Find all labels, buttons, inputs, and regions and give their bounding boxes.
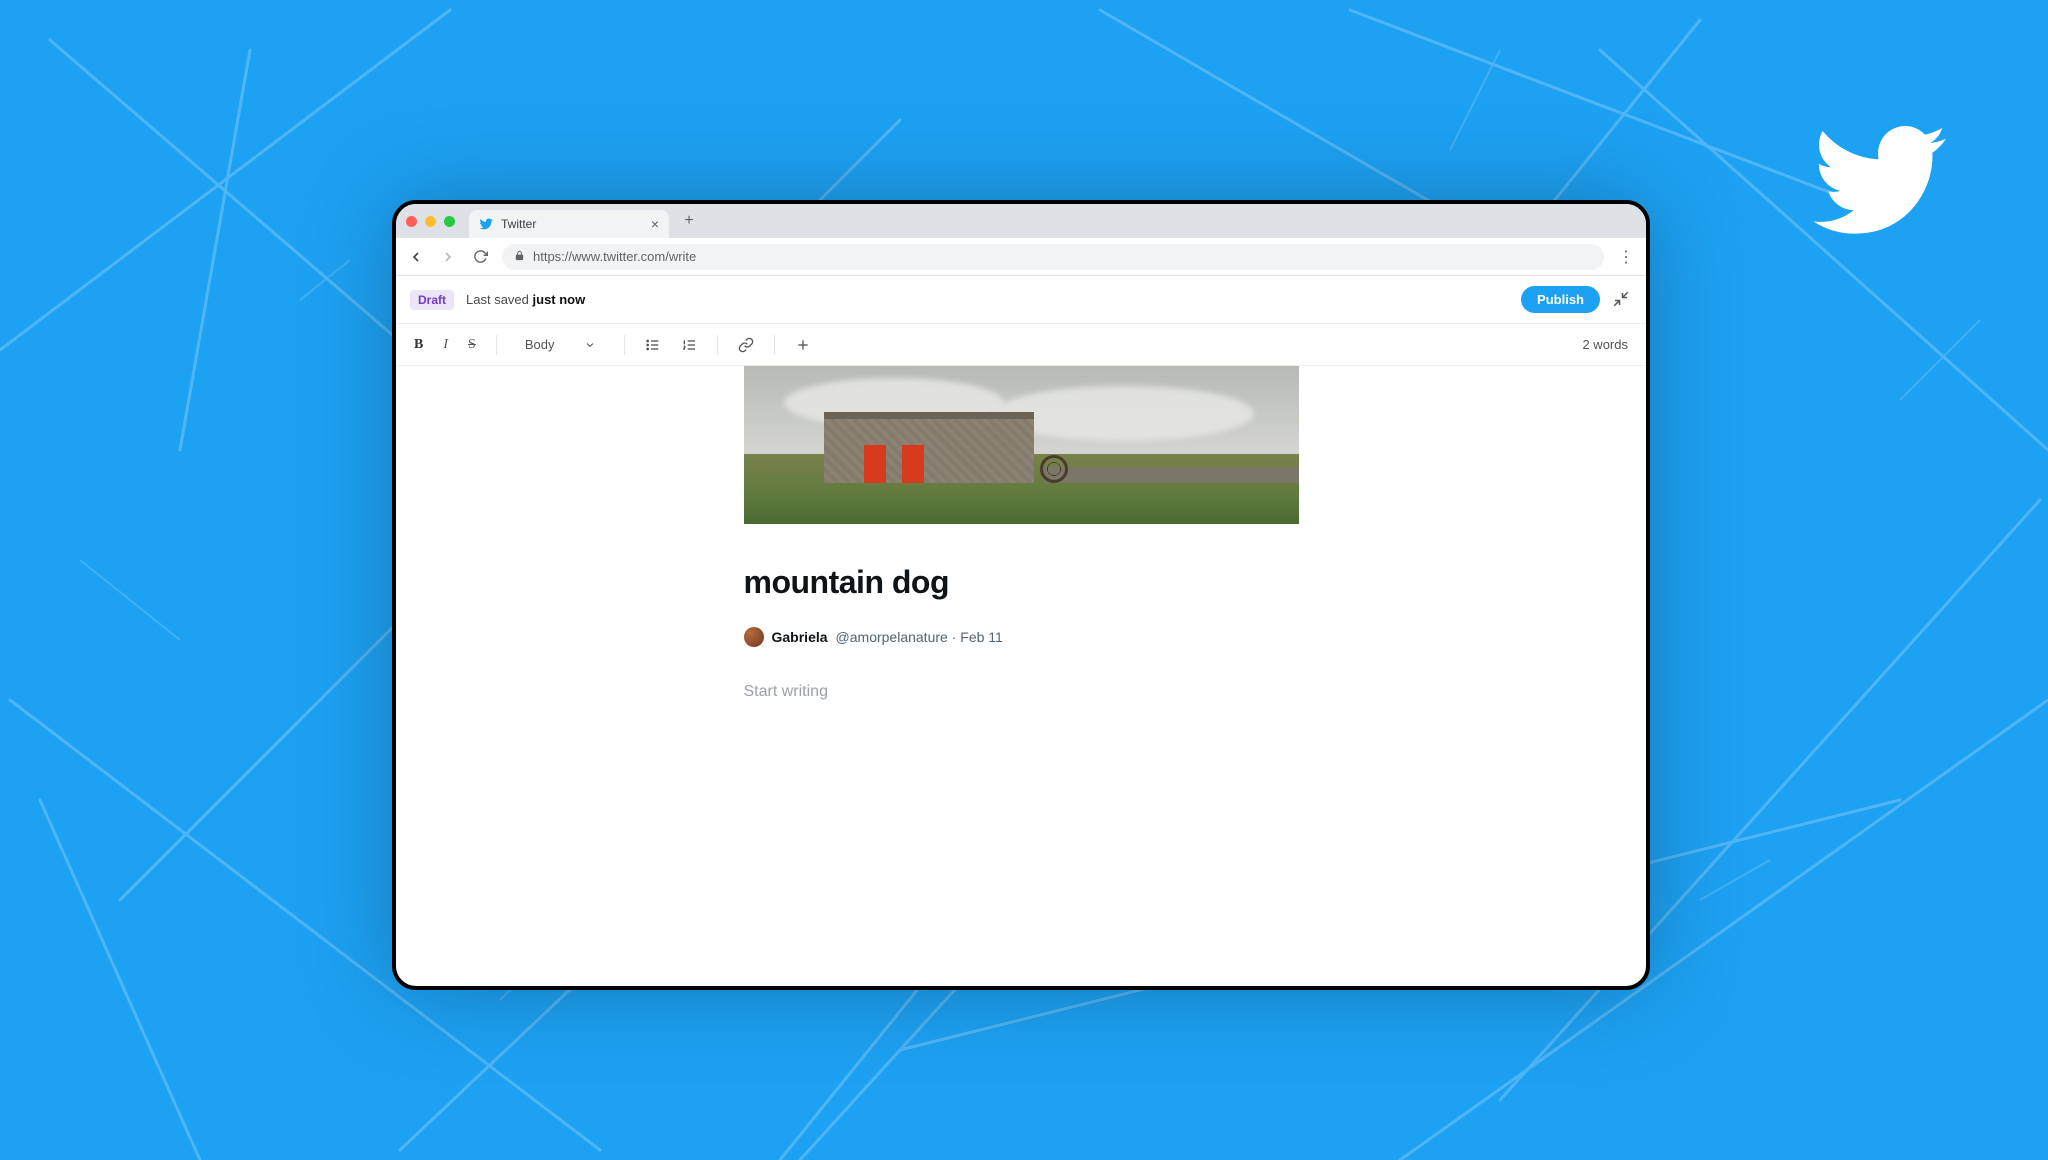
- new-tab-button[interactable]: +: [677, 209, 701, 233]
- editor-status-bar: Draft Last saved just now Publish: [396, 276, 1646, 324]
- url-text: https://www.twitter.com/write: [533, 249, 696, 264]
- browser-overflow-menu-button[interactable]: ⋮: [1616, 247, 1636, 267]
- text-style-value: Body: [525, 337, 555, 352]
- document-title[interactable]: mountain dog: [744, 564, 1299, 601]
- lock-icon: [514, 250, 525, 264]
- word-count: 2 words: [1582, 337, 1628, 352]
- browser-tab[interactable]: Twitter ×: [469, 210, 669, 238]
- add-block-button[interactable]: [795, 337, 811, 353]
- collapse-icon[interactable]: [1612, 290, 1632, 310]
- link-button[interactable]: [738, 337, 754, 353]
- header-image[interactable]: [744, 366, 1299, 524]
- chevron-down-icon: [584, 339, 596, 351]
- window-close-button[interactable]: [406, 216, 417, 227]
- editor-body: mountain dog Gabriela @amorpelanature · …: [396, 366, 1646, 986]
- editor-toolbar: B I S Body 2 words: [396, 324, 1646, 366]
- italic-button[interactable]: I: [443, 337, 448, 353]
- body-text-input[interactable]: Start writing: [744, 683, 1299, 701]
- bold-button[interactable]: B: [414, 337, 423, 353]
- draft-badge: Draft: [410, 290, 454, 310]
- window-traffic-lights: [406, 216, 455, 227]
- twitter-logo-icon: [1798, 110, 1958, 250]
- author-byline: Gabriela @amorpelanature · Feb 11: [744, 627, 1299, 647]
- tab-close-button[interactable]: ×: [651, 217, 659, 231]
- author-handle[interactable]: @amorpelanature · Feb 11: [836, 629, 1003, 645]
- avatar[interactable]: [744, 627, 764, 647]
- window-maximize-button[interactable]: [444, 216, 455, 227]
- tab-title: Twitter: [501, 217, 643, 231]
- publish-button[interactable]: Publish: [1521, 286, 1600, 313]
- nav-back-button[interactable]: [406, 249, 426, 265]
- browser-tab-strip: Twitter × +: [396, 204, 1646, 238]
- window-minimize-button[interactable]: [425, 216, 436, 227]
- nav-reload-button[interactable]: [470, 249, 490, 264]
- address-bar[interactable]: https://www.twitter.com/write: [502, 244, 1604, 270]
- browser-window: Twitter × + https://www.twitter.com/writ…: [392, 200, 1650, 990]
- browser-nav-bar: https://www.twitter.com/write ⋮: [396, 238, 1646, 276]
- numbered-list-button[interactable]: [681, 337, 697, 353]
- author-name[interactable]: Gabriela: [772, 629, 828, 645]
- strikethrough-button[interactable]: S: [468, 337, 476, 353]
- bullet-list-button[interactable]: [645, 337, 661, 353]
- twitter-favicon-icon: [479, 217, 493, 231]
- last-saved-label: Last saved just now: [466, 292, 585, 307]
- text-style-select[interactable]: Body: [517, 333, 605, 356]
- nav-forward-button[interactable]: [438, 249, 458, 265]
